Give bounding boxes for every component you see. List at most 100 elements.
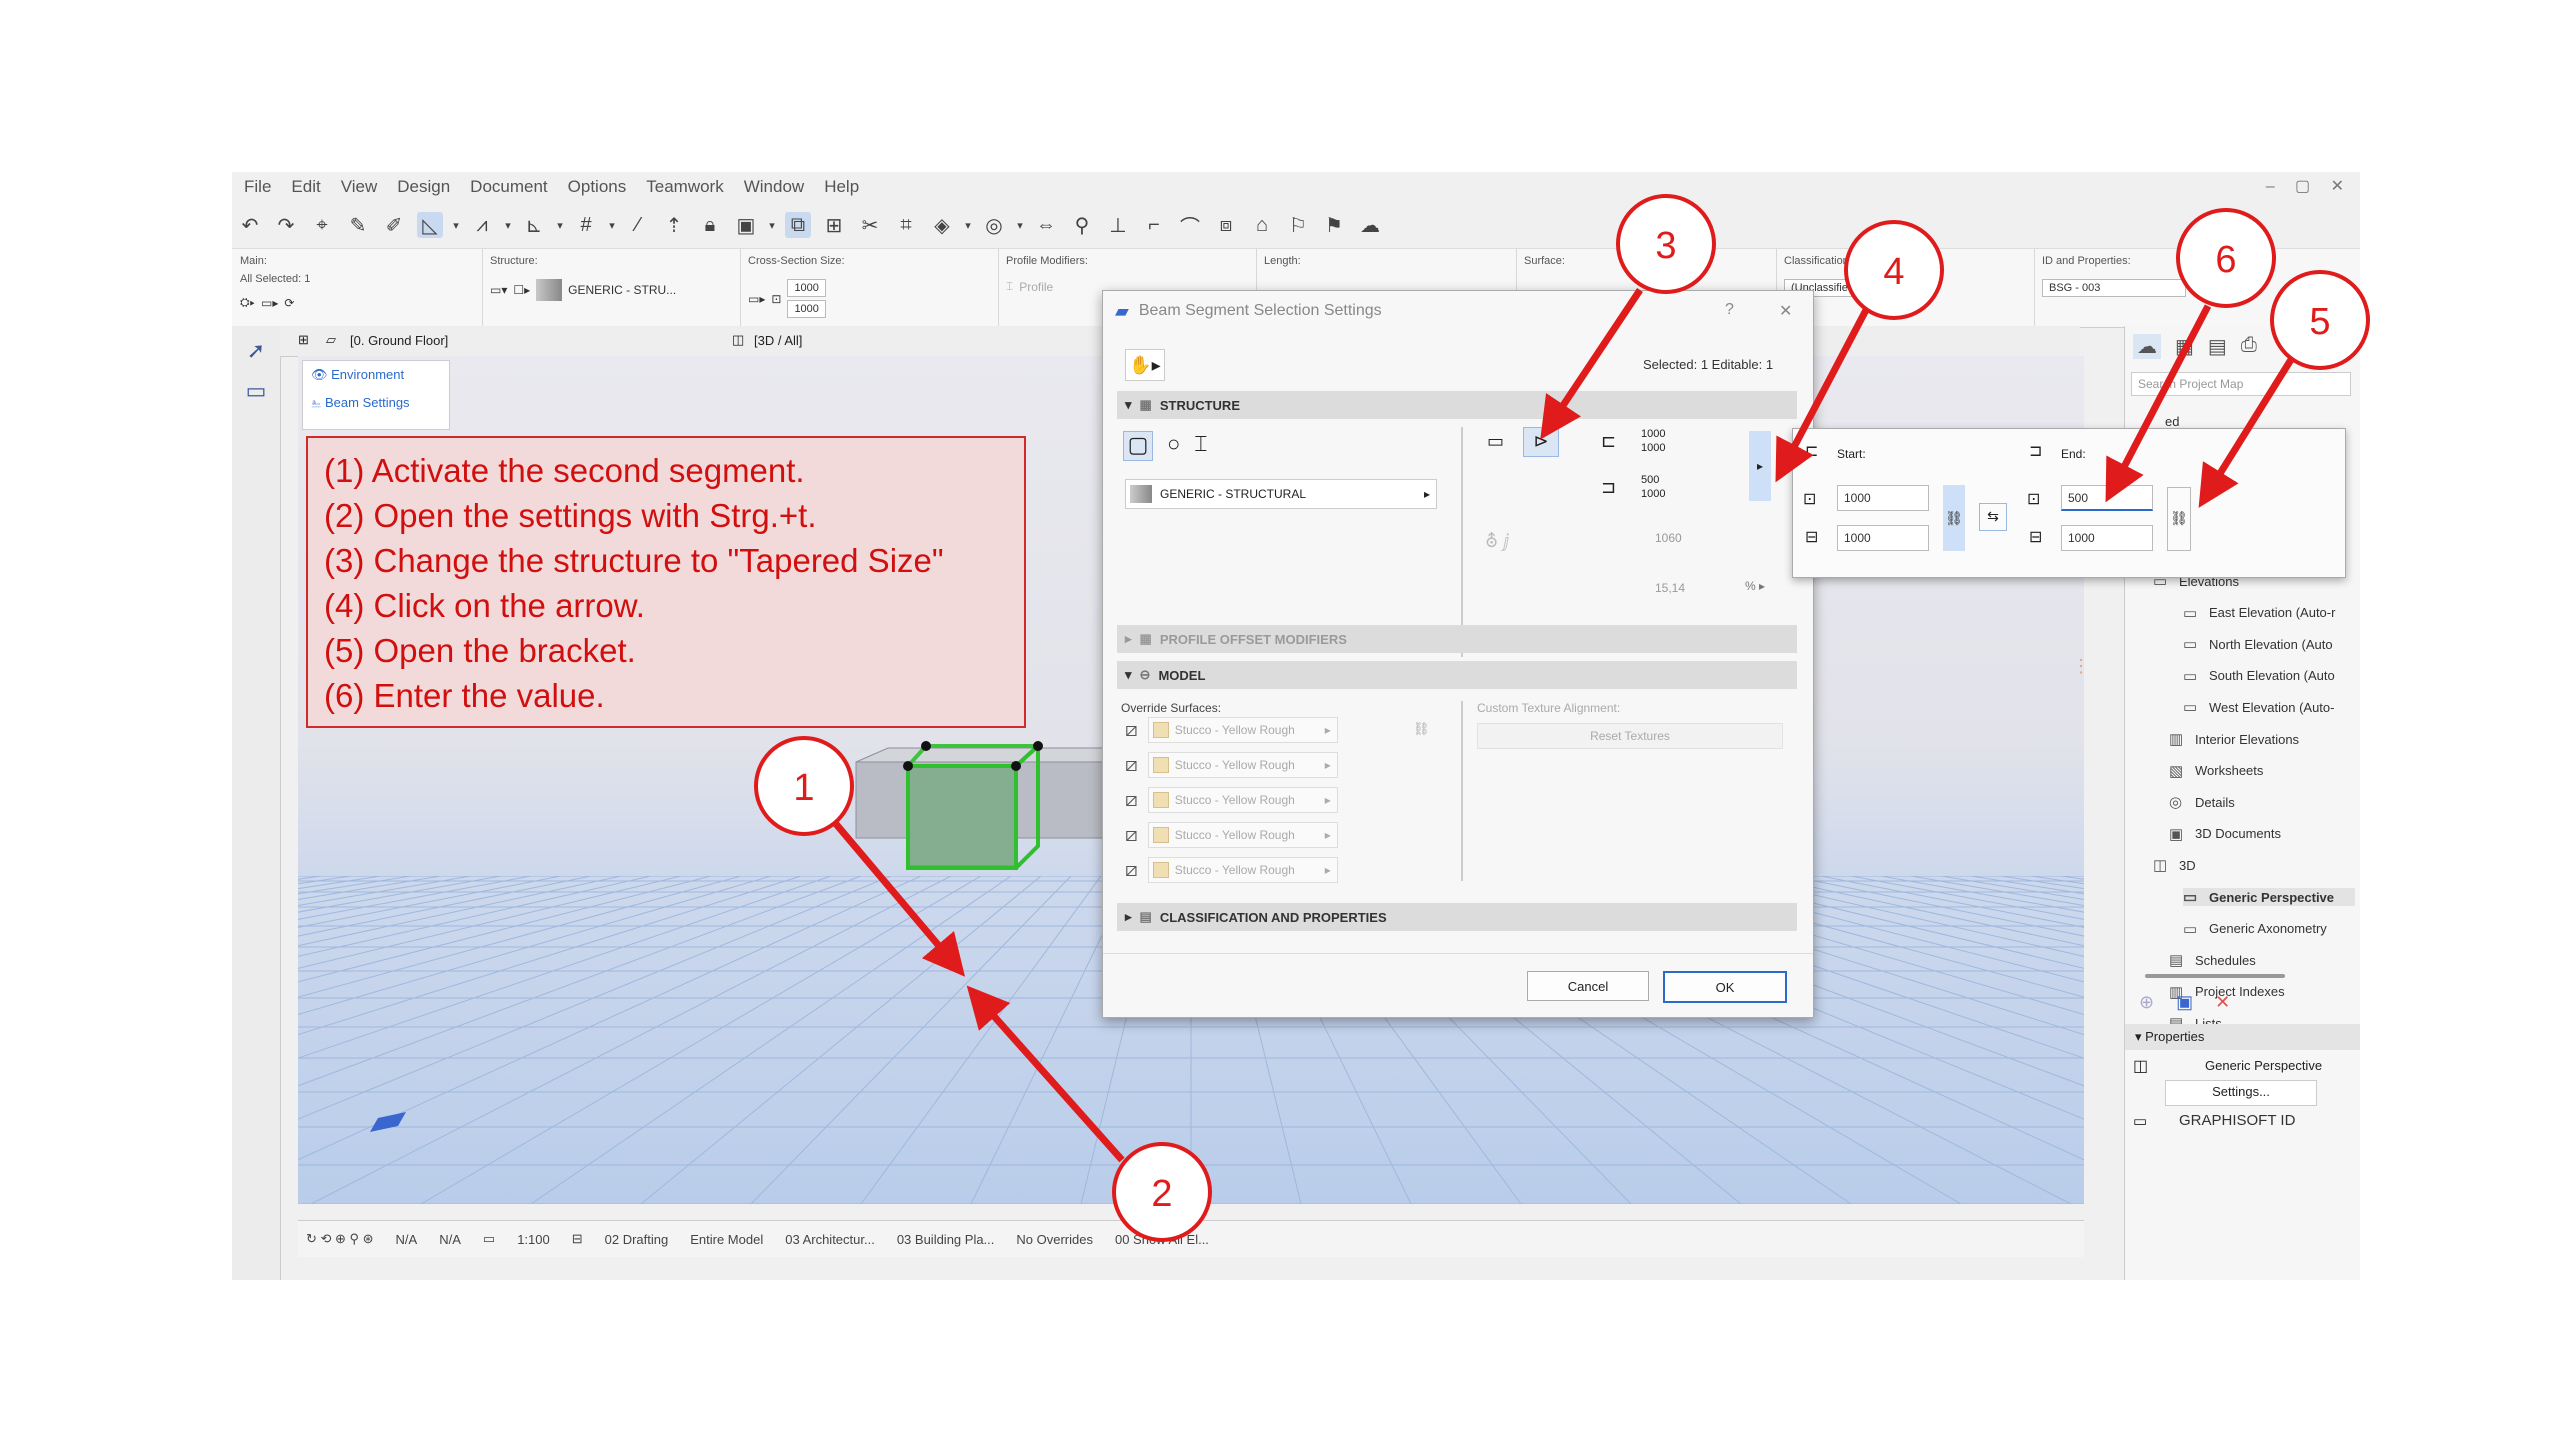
fillet-icon[interactable]: ⌒ <box>1177 212 1203 239</box>
navigator-item[interactable]: ◫ 3D <box>2153 856 2196 874</box>
chevron-down-icon[interactable]: ▾ <box>962 212 974 238</box>
orbit-icon[interactable]: ↻ ⟲ ⊕ ⚲ ⊛ <box>306 1231 374 1247</box>
end-height-input[interactable]: 1000 <box>2061 525 2153 551</box>
navigator-item[interactable]: ▤ Schedules <box>2169 951 2256 969</box>
undo-icon[interactable]: ↶ <box>237 212 263 238</box>
redo-icon[interactable]: ↷ <box>273 212 299 238</box>
menu-window[interactable]: Window <box>744 177 804 197</box>
navigator-item[interactable]: ed <box>2165 414 2179 429</box>
structure-value[interactable]: GENERIC - STRU... <box>568 283 676 297</box>
status-layer-combination[interactable]: 02 Drafting <box>605 1232 669 1247</box>
cs-height-field[interactable]: 1000 <box>787 300 826 318</box>
surface-select[interactable]: Stucco - Yellow Rough ▸ <box>1147 717 1338 743</box>
end-face-icon[interactable]: ⧄ <box>1125 824 1138 847</box>
floor-icon[interactable]: ▭▸ <box>261 296 278 310</box>
chevron-down-icon[interactable]: ▾ <box>502 212 514 238</box>
cut-icon[interactable]: ✂ <box>857 212 883 238</box>
status-na-1[interactable]: N/A <box>396 1232 418 1247</box>
navigator-item[interactable]: ◎ Details <box>2169 793 2235 811</box>
layout-icon[interactable]: ⊞ <box>821 212 847 238</box>
profile-offset-section-header[interactable]: ▸ ▦ PROFILE OFFSET MODIFIERS <box>1117 625 1797 653</box>
end-width-input[interactable]: 500 <box>2061 485 2153 511</box>
profile-value[interactable]: Profile <box>1019 280 1053 294</box>
link-start-bracket-icon[interactable]: ⛓ <box>1943 485 1965 551</box>
syringe-icon[interactable]: ✐ <box>381 212 407 238</box>
copy-values-icon[interactable]: ⇆ <box>1979 503 2007 531</box>
pointer-icon[interactable]: ⇡ <box>661 212 687 238</box>
cancel-button[interactable]: Cancel <box>1527 971 1649 1001</box>
profile-shape-icon[interactable]: ⌶ <box>1194 431 1207 461</box>
beam-settings-link[interactable]: ⎁ Beam Settings <box>303 389 449 417</box>
adjust-icon[interactable]: ⌐ <box>1141 212 1167 238</box>
properties-header[interactable]: ▾ Properties <box>2125 1024 2360 1050</box>
start-height-input[interactable]: 1000 <box>1837 525 1929 551</box>
arrow-tool-icon[interactable]: ➚ <box>241 336 271 366</box>
environment-link[interactable]: 👁︎ Environment <box>303 361 449 389</box>
menu-edit[interactable]: Edit <box>291 177 320 197</box>
navigation-icon[interactable]: ◎ <box>981 212 1007 238</box>
menu-options[interactable]: Options <box>568 177 627 197</box>
dialog-help-button[interactable]: ? <box>1725 301 1734 319</box>
section-shape-icon[interactable]: ▭▸ <box>748 292 765 306</box>
surface-select[interactable]: Stucco - Yellow Rough ▸ <box>1147 822 1338 848</box>
marquee-tool-icon[interactable]: ▭ <box>241 376 271 406</box>
tabs-overview-icon[interactable]: ⊞ <box>298 332 309 348</box>
window-controls[interactable]: – ▢ ✕ <box>2266 176 2352 196</box>
delete-icon[interactable]: ✕ <box>2215 992 2230 1013</box>
view-map-icon[interactable]: ▦ <box>2175 334 2194 359</box>
navigator-item[interactable]: ▭ West Elevation (Auto- <box>2183 698 2334 716</box>
menu-view[interactable]: View <box>341 177 378 197</box>
status-scale[interactable]: 1:100 <box>517 1232 550 1247</box>
navigator-item[interactable]: ▣ 3D Documents <box>2169 825 2281 843</box>
split-icon[interactable]: ⌗ <box>893 212 919 238</box>
top-face-icon[interactable]: ⧄ <box>1125 719 1138 742</box>
percent-toggle-icon[interactable]: % ▸ <box>1745 579 1765 593</box>
start-size-values[interactable]: 1000 1000 <box>1641 427 1665 455</box>
new-item-icon[interactable]: ⊕ <box>2139 992 2154 1013</box>
tab-ground-floor[interactable]: [0. Ground Floor] <box>350 333 448 348</box>
navigator-item[interactable]: ▥ Interior Elevations <box>2169 730 2299 748</box>
status-model-view-option[interactable]: 03 Building Pla... <box>897 1232 995 1247</box>
chevron-down-icon[interactable]: ▾ <box>450 212 462 238</box>
status-renovation[interactable]: 00 Show All El... <box>1115 1232 1209 1247</box>
hotspot[interactable] <box>903 761 913 771</box>
start-width-input[interactable]: 1000 <box>1837 485 1929 511</box>
snap-guides-icon[interactable]: ◺ <box>417 212 443 238</box>
offset-icon[interactable]: ⧈ <box>1213 212 1239 238</box>
chevron-down-icon[interactable]: ▾ <box>606 212 618 238</box>
tab-3d-all[interactable]: [3D / All] <box>754 333 802 348</box>
trim-icon[interactable]: ⊥ <box>1105 212 1131 238</box>
reset-textures-button[interactable]: Reset Textures <box>1477 723 1783 749</box>
chevron-down-icon[interactable]: ▾ <box>1014 212 1026 238</box>
dialog-close-button[interactable]: ✕ <box>1779 301 1792 321</box>
chevron-down-icon[interactable]: ▾ <box>554 212 566 238</box>
tapered-size-icon[interactable]: ⊳ <box>1523 427 1559 457</box>
group-icon[interactable]: ▣ <box>733 212 759 238</box>
navigator-settings-button[interactable]: Settings... <box>2165 1080 2317 1106</box>
settings-window-icon[interactable]: ▣ <box>2176 992 2193 1013</box>
navigator-item[interactable]: ▭ North Elevation (Auto <box>2183 635 2333 653</box>
classification-section-header[interactable]: ▸ ▤ CLASSIFICATION AND PROPERTIES <box>1117 903 1797 931</box>
lock-icon[interactable]: 🔒︎ <box>697 212 723 238</box>
uniform-size-icon[interactable]: ▭ <box>1487 431 1504 452</box>
id-settings-icon[interactable]: ⊟ <box>2192 281 2202 295</box>
beam-shape-icon[interactable]: ▭▾ <box>490 283 507 297</box>
guide-lines-icon[interactable]: ⩘ <box>469 212 495 238</box>
graphisoft-id-link[interactable]: GRAPHISOFT ID <box>2179 1112 2295 1129</box>
grid-snap-icon[interactable]: # <box>573 212 599 238</box>
menu-teamwork[interactable]: Teamwork <box>646 177 723 197</box>
menu-design[interactable]: Design <box>397 177 450 197</box>
project-map-icon[interactable]: ☁ <box>2133 334 2161 359</box>
pick-up-icon[interactable]: ⌖ <box>309 212 335 238</box>
publisher-icon[interactable]: ⎙ <box>2241 334 2257 359</box>
start-face-icon[interactable]: ⧄ <box>1125 859 1138 882</box>
surface-select[interactable]: Stucco - Yellow Rough ▸ <box>1147 857 1338 883</box>
eyedropper-icon[interactable]: ✎ <box>345 212 371 238</box>
home-icon[interactable]: ⌂ <box>1249 212 1275 238</box>
flags-icon[interactable]: ⚑ <box>1321 212 1347 238</box>
ok-button[interactable]: OK <box>1663 971 1787 1003</box>
end-size-values[interactable]: 500 1000 <box>1641 473 1665 501</box>
right-edge-handle-icon[interactable]: ⋮ <box>2072 656 2084 677</box>
cloud-settings-icon[interactable]: ☁▸ <box>1871 281 1889 295</box>
navigator-item[interactable]: ▭ South Elevation (Auto <box>2183 667 2335 685</box>
